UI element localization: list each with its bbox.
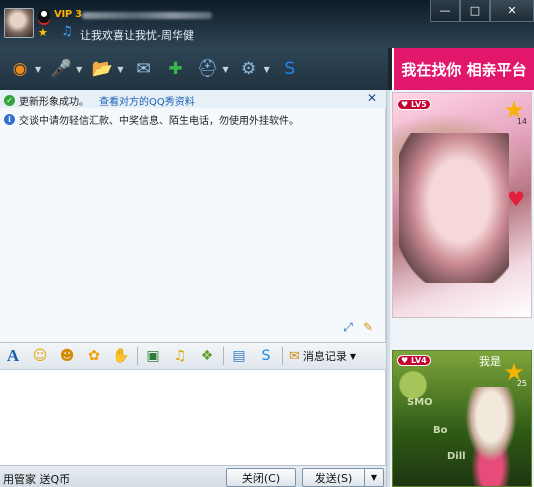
create-group-button[interactable]: ✚ xyxy=(161,55,189,83)
remote-assist-button[interactable]: ⛑ ▼ xyxy=(193,55,230,83)
remote-icon: ⛑ xyxy=(196,59,219,79)
title-bar[interactable]: VIP 3 ★ ♫ 让我欢喜让我忧-周华健 — □ ✕ xyxy=(0,0,534,48)
guanjia-promo-link[interactable]: 用管家 送Q币 xyxy=(3,471,70,487)
close-button[interactable]: 关闭(C) xyxy=(226,468,296,487)
qq-chat-window: VIP 3 ★ ♫ 让我欢喜让我忧-周华健 — □ ✕ ◉ ▼ 🎤 ▼ 📂 ▼ ✉ ✚ ⛑ ▼ ⚙ ▼… xyxy=(0,0,534,487)
window-controls: — □ ✕ xyxy=(430,0,534,22)
sticker-icon[interactable]: ✿ xyxy=(83,345,105,367)
clear-icon[interactable]: ✎ xyxy=(360,319,376,335)
chevron-down-icon[interactable]: ▼ xyxy=(222,65,228,74)
star-level-count: 14 xyxy=(516,117,527,126)
font-icon[interactable]: A xyxy=(2,345,24,367)
message-text: 更新形象成功。 xyxy=(19,97,89,108)
qqshow-caption: 我是 xyxy=(479,355,501,368)
qqshow-figure xyxy=(451,387,531,486)
close-window-button[interactable]: ✕ xyxy=(490,0,534,22)
info-icon: i xyxy=(4,114,15,125)
chat-area-tools: ⤢ ✎ xyxy=(340,319,376,335)
close-notice-icon[interactable]: ✕ xyxy=(367,91,377,105)
chat-toolbar: ◉ ▼ 🎤 ▼ 📂 ▼ ✉ ✚ ⛑ ▼ ⚙ ▼ S xyxy=(0,48,388,90)
history-icon: ✉ xyxy=(289,348,300,364)
toolbar-divider xyxy=(282,347,283,365)
video-chat-button[interactable]: ◉ ▼ xyxy=(6,55,43,83)
expand-icon[interactable]: ⤢ xyxy=(340,319,356,335)
contact-avatar[interactable] xyxy=(4,8,34,38)
microphone-icon: 🎤 xyxy=(50,59,72,79)
message-ok: ✓ 更新形象成功。 查看对方的QQ秀资料 xyxy=(4,93,195,108)
chevron-down-icon[interactable]: ▼ xyxy=(117,65,123,74)
contact-status-text: 让我欢喜让我忧-周华健 xyxy=(80,29,194,42)
contact-qq-show[interactable]: ♥ LV5 ★ 14 ♥ xyxy=(392,92,532,318)
check-icon: ✓ xyxy=(4,95,15,106)
music-icon[interactable]: ♫ xyxy=(169,345,191,367)
music-note-icon: ♫ xyxy=(61,24,73,39)
my-qq-show[interactable]: ♥ LV4 我是 ★ 25 SMO Bo Dill xyxy=(392,350,532,487)
level-badge: ♥ LV4 xyxy=(397,355,431,366)
heart-icon: ♥ xyxy=(507,187,525,211)
nudge-icon[interactable]: ✋ xyxy=(110,345,132,367)
message-record-button[interactable]: ✉ 消息记录 ▼ xyxy=(289,348,356,364)
voice-chat-button[interactable]: 🎤 ▼ xyxy=(47,55,84,83)
message-record-label: 消息记录 xyxy=(302,350,347,363)
magic-emoji-icon[interactable]: ☻ xyxy=(56,345,78,367)
view-qqshow-link[interactable]: 查看对方的QQ秀资料 xyxy=(99,93,195,108)
message-input[interactable] xyxy=(0,370,386,465)
bottom-bar: 用管家 送Q币 关闭(C) 发送(S) ▼ xyxy=(0,465,386,487)
star-badge-icon: ★ xyxy=(38,26,48,39)
qqshow-word: Bo xyxy=(433,425,448,436)
format-toolbar: A ☺ ☻ ✿ ✋ ▣ ♫ ❖ ▤ S ✉ 消息记录 ▼ xyxy=(0,342,386,370)
apps-icon: ⚙ xyxy=(241,59,257,79)
soso-button[interactable]: S xyxy=(276,55,304,83)
sms-icon: ✉ xyxy=(136,59,151,79)
ad-banner[interactable]: 我在找你 相亲平台 xyxy=(392,48,534,90)
folder-send-icon: 📂 xyxy=(91,59,113,79)
contact-nickname-blurred xyxy=(82,12,212,19)
qqshow-word: SMO xyxy=(407,397,433,408)
minimize-button[interactable]: — xyxy=(430,0,460,22)
chevron-down-icon[interactable]: ▼ xyxy=(76,65,82,74)
chat-history[interactable] xyxy=(0,90,386,342)
group-add-icon: ✚ xyxy=(168,59,183,79)
level-badge: ♥ LV5 xyxy=(397,99,431,110)
app-settings-button[interactable]: ⚙ ▼ xyxy=(235,55,272,83)
send-button[interactable]: 发送(S) xyxy=(302,468,364,487)
webcam-icon: ◉ xyxy=(12,59,28,79)
qqshow-face xyxy=(399,133,509,283)
send-options-chevron-icon[interactable]: ▼ xyxy=(364,468,384,487)
maximize-button[interactable]: □ xyxy=(460,0,490,22)
chevron-down-icon[interactable]: ▼ xyxy=(35,65,41,74)
toolbar-divider xyxy=(223,347,224,365)
panel-splitter[interactable] xyxy=(386,90,390,487)
qq-penguin-icon xyxy=(38,9,50,23)
emoji-icon[interactable]: ☺ xyxy=(29,345,51,367)
message-info: i 交谈中请勿轻信汇款、中奖信息、陌生电话，勿使用外挂软件。 xyxy=(4,112,299,127)
vip-badge[interactable]: VIP 3 xyxy=(54,9,82,20)
send-file-button[interactable]: 📂 ▼ xyxy=(88,55,125,83)
qqshow-word: Dill xyxy=(447,451,466,462)
image-icon[interactable]: ▣ xyxy=(142,345,164,367)
star-level-count: 25 xyxy=(516,379,527,388)
chevron-down-icon[interactable]: ▼ xyxy=(264,65,270,74)
soso-small-icon[interactable]: S xyxy=(255,345,277,367)
soso-icon: S xyxy=(284,59,296,79)
send-sms-button[interactable]: ✉ xyxy=(129,55,157,83)
gift-icon[interactable]: ❖ xyxy=(196,345,218,367)
screenshot-icon[interactable]: ▤ xyxy=(228,345,250,367)
chevron-down-icon: ▼ xyxy=(349,351,357,361)
toolbar-divider xyxy=(137,347,138,365)
message-text: 交谈中请勿轻信汇款、中奖信息、陌生电话，勿使用外挂软件。 xyxy=(19,116,299,127)
